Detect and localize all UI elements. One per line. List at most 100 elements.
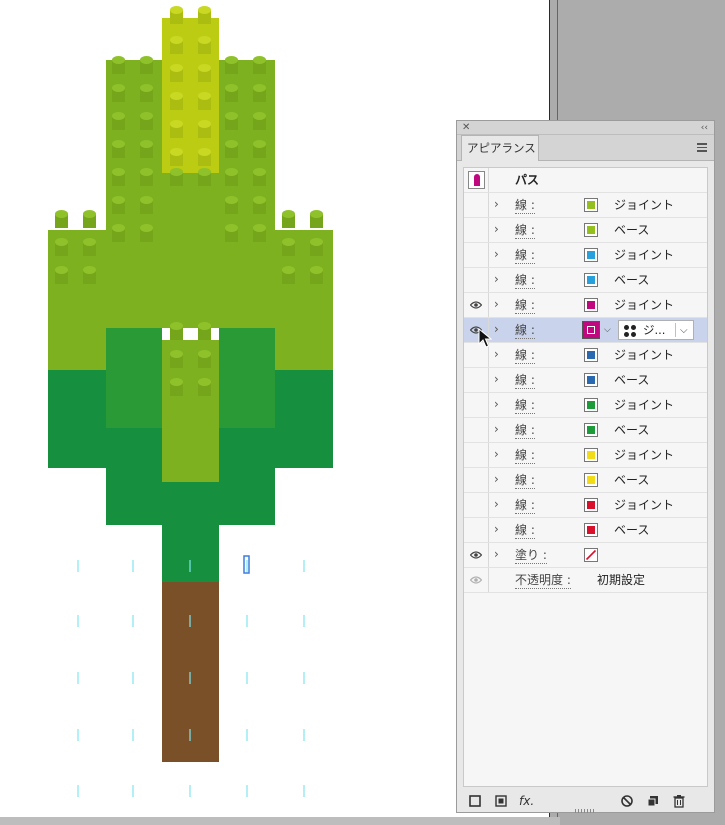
opacity-label[interactable]: 不透明度 :	[515, 572, 571, 589]
hamburger-menu-icon[interactable]	[697, 143, 707, 154]
fill-none-swatch[interactable]	[584, 548, 598, 562]
stroke-visibility-toggle[interactable]	[464, 468, 489, 492]
stroke-visibility-toggle[interactable]	[464, 518, 489, 542]
stroke-label[interactable]: 線 :	[515, 247, 535, 264]
close-panel-icon[interactable]: ✕	[462, 121, 470, 135]
collapse-panel-icon[interactable]: ‹‹	[701, 121, 708, 135]
stroke-brush-value[interactable]: ジョイント	[614, 247, 674, 263]
stroke-label[interactable]: 線 :	[515, 447, 535, 464]
fill-visibility-toggle[interactable]	[464, 543, 489, 567]
stroke-row[interactable]: › 線 : ジョイント	[464, 393, 707, 418]
stroke-visibility-toggle[interactable]	[464, 443, 489, 467]
stroke-brush-value[interactable]: ジョイント	[614, 347, 674, 363]
stroke-visibility-toggle[interactable]	[464, 368, 489, 392]
stroke-label[interactable]: 線 :	[515, 347, 535, 364]
opacity-visibility-toggle[interactable]	[464, 568, 489, 592]
stroke-label[interactable]: 線 :	[515, 372, 535, 389]
expand-chevron-icon[interactable]: ›	[494, 496, 499, 512]
stroke-row[interactable]: › 線 : ベース	[464, 518, 707, 543]
stroke-row[interactable]: › 線 : ジョイント	[464, 293, 707, 318]
stroke-visibility-toggle[interactable]	[464, 393, 489, 417]
stroke-label[interactable]: 線 :	[515, 297, 535, 314]
stroke-brush-value[interactable]: ベース	[614, 422, 649, 438]
stroke-brush-value[interactable]: ベース	[614, 272, 649, 288]
stroke-color-swatch[interactable]	[584, 423, 598, 437]
stroke-row[interactable]: › 線 : ベース	[464, 368, 707, 393]
tree-tier-dark-left[interactable]	[48, 370, 106, 468]
clear-appearance-icon[interactable]	[619, 793, 635, 809]
fill-label[interactable]: 塗り :	[515, 547, 547, 564]
stroke-color-swatch[interactable]	[584, 223, 598, 237]
stroke-color-swatch[interactable]	[584, 273, 598, 287]
stroke-label[interactable]: 線 :	[515, 322, 535, 339]
stroke-visibility-toggle[interactable]	[464, 493, 489, 517]
stroke-color-swatch[interactable]	[584, 298, 598, 312]
tree-tier-mid-right[interactable]	[219, 328, 275, 428]
expand-chevron-icon[interactable]: ›	[494, 371, 499, 387]
chevron-down-icon[interactable]: ⌵	[680, 323, 688, 338]
expand-chevron-icon[interactable]: ›	[494, 221, 499, 237]
stroke-row[interactable]: › 線 : ジョイント	[464, 443, 707, 468]
tree-tier-upper-center[interactable]	[106, 230, 275, 328]
stroke-label[interactable]: 線 :	[515, 397, 535, 414]
expand-chevron-icon[interactable]: ›	[494, 271, 499, 287]
expand-chevron-icon[interactable]: ›	[494, 321, 499, 337]
expand-chevron-icon[interactable]: ›	[494, 346, 499, 362]
expand-chevron-icon[interactable]: ›	[494, 396, 499, 412]
stroke-brush-value[interactable]: ベース	[614, 522, 649, 538]
panel-resize-grip[interactable]	[575, 809, 595, 813]
stroke-color-swatch[interactable]	[584, 498, 598, 512]
stroke-label[interactable]: 線 :	[515, 272, 535, 289]
stroke-color-swatch[interactable]	[584, 198, 598, 212]
stroke-color-swatch[interactable]	[584, 473, 598, 487]
stroke-brush-value[interactable]: ジョイント	[614, 197, 674, 213]
stroke-color-swatch[interactable]	[584, 448, 598, 462]
stroke-label[interactable]: 線 :	[515, 472, 535, 489]
stroke-visibility-toggle[interactable]	[464, 268, 489, 292]
stroke-color-swatch[interactable]	[584, 348, 598, 362]
add-new-fill-icon[interactable]	[493, 793, 509, 809]
expand-chevron-icon[interactable]: ›	[494, 196, 499, 212]
duplicate-item-icon[interactable]	[645, 793, 661, 809]
stroke-brush-value[interactable]: ベース	[614, 372, 649, 388]
stroke-color-swatch[interactable]	[584, 373, 598, 387]
stroke-row[interactable]: › 線 : ジョイント	[464, 493, 707, 518]
expand-chevron-icon[interactable]: ›	[494, 246, 499, 262]
stroke-row[interactable]: › 線 : ベース	[464, 268, 707, 293]
stroke-row[interactable]: › 線 : ジョイント	[464, 343, 707, 368]
stroke-visibility-toggle[interactable]	[464, 243, 489, 267]
brush-definition-dropdown[interactable]: ジ... ⌵	[618, 320, 694, 340]
stroke-label[interactable]: 線 :	[515, 497, 535, 514]
tree-tier-dark-neck[interactable]	[162, 525, 219, 582]
stroke-label[interactable]: 線 :	[515, 422, 535, 439]
add-new-stroke-icon[interactable]	[467, 793, 483, 809]
panel-title-bar[interactable]: ✕ ‹‹	[457, 121, 714, 135]
expand-chevron-icon[interactable]: ›	[494, 296, 499, 312]
stroke-label[interactable]: 線 :	[515, 197, 535, 214]
stroke-color-swatch[interactable]	[584, 523, 598, 537]
color-dropdown-chevron-icon[interactable]: ⌵	[604, 323, 611, 337]
expand-chevron-icon[interactable]: ›	[494, 546, 499, 562]
stroke-color-swatch[interactable]	[584, 248, 598, 262]
stroke-label[interactable]: 線 :	[515, 522, 535, 539]
fx-icon[interactable]: fx.	[519, 793, 543, 809]
stroke-row[interactable]: › 線 : ベース	[464, 468, 707, 493]
opacity-row[interactable]: 不透明度 : 初期設定	[464, 568, 707, 593]
delete-item-icon[interactable]	[671, 793, 687, 809]
stroke-visibility-toggle[interactable]	[464, 293, 489, 317]
stroke-row[interactable]: › 線 : ベース	[464, 418, 707, 443]
tree-tier-dark-right[interactable]	[275, 370, 333, 468]
stroke-row[interactable]: › 線 : ジョイント	[464, 193, 707, 218]
stroke-row[interactable]: › 線 : ジョイント	[464, 243, 707, 268]
fill-row[interactable]: › 塗り :	[464, 543, 707, 568]
tab-appearance[interactable]: アピアランス	[461, 135, 539, 161]
stroke-visibility-toggle[interactable]	[464, 218, 489, 242]
stroke-brush-value[interactable]: ジョイント	[614, 397, 674, 413]
stroke-color-swatch[interactable]	[582, 321, 600, 339]
stroke-row[interactable]: › 線 : ベース	[464, 218, 707, 243]
stroke-visibility-toggle[interactable]	[464, 418, 489, 442]
path-header-row[interactable]: パス	[464, 168, 707, 193]
stroke-row[interactable]: › 線 : ⌵ ジ... ⌵	[464, 318, 707, 343]
expand-chevron-icon[interactable]: ›	[494, 446, 499, 462]
stroke-brush-value[interactable]: ベース	[614, 222, 649, 238]
